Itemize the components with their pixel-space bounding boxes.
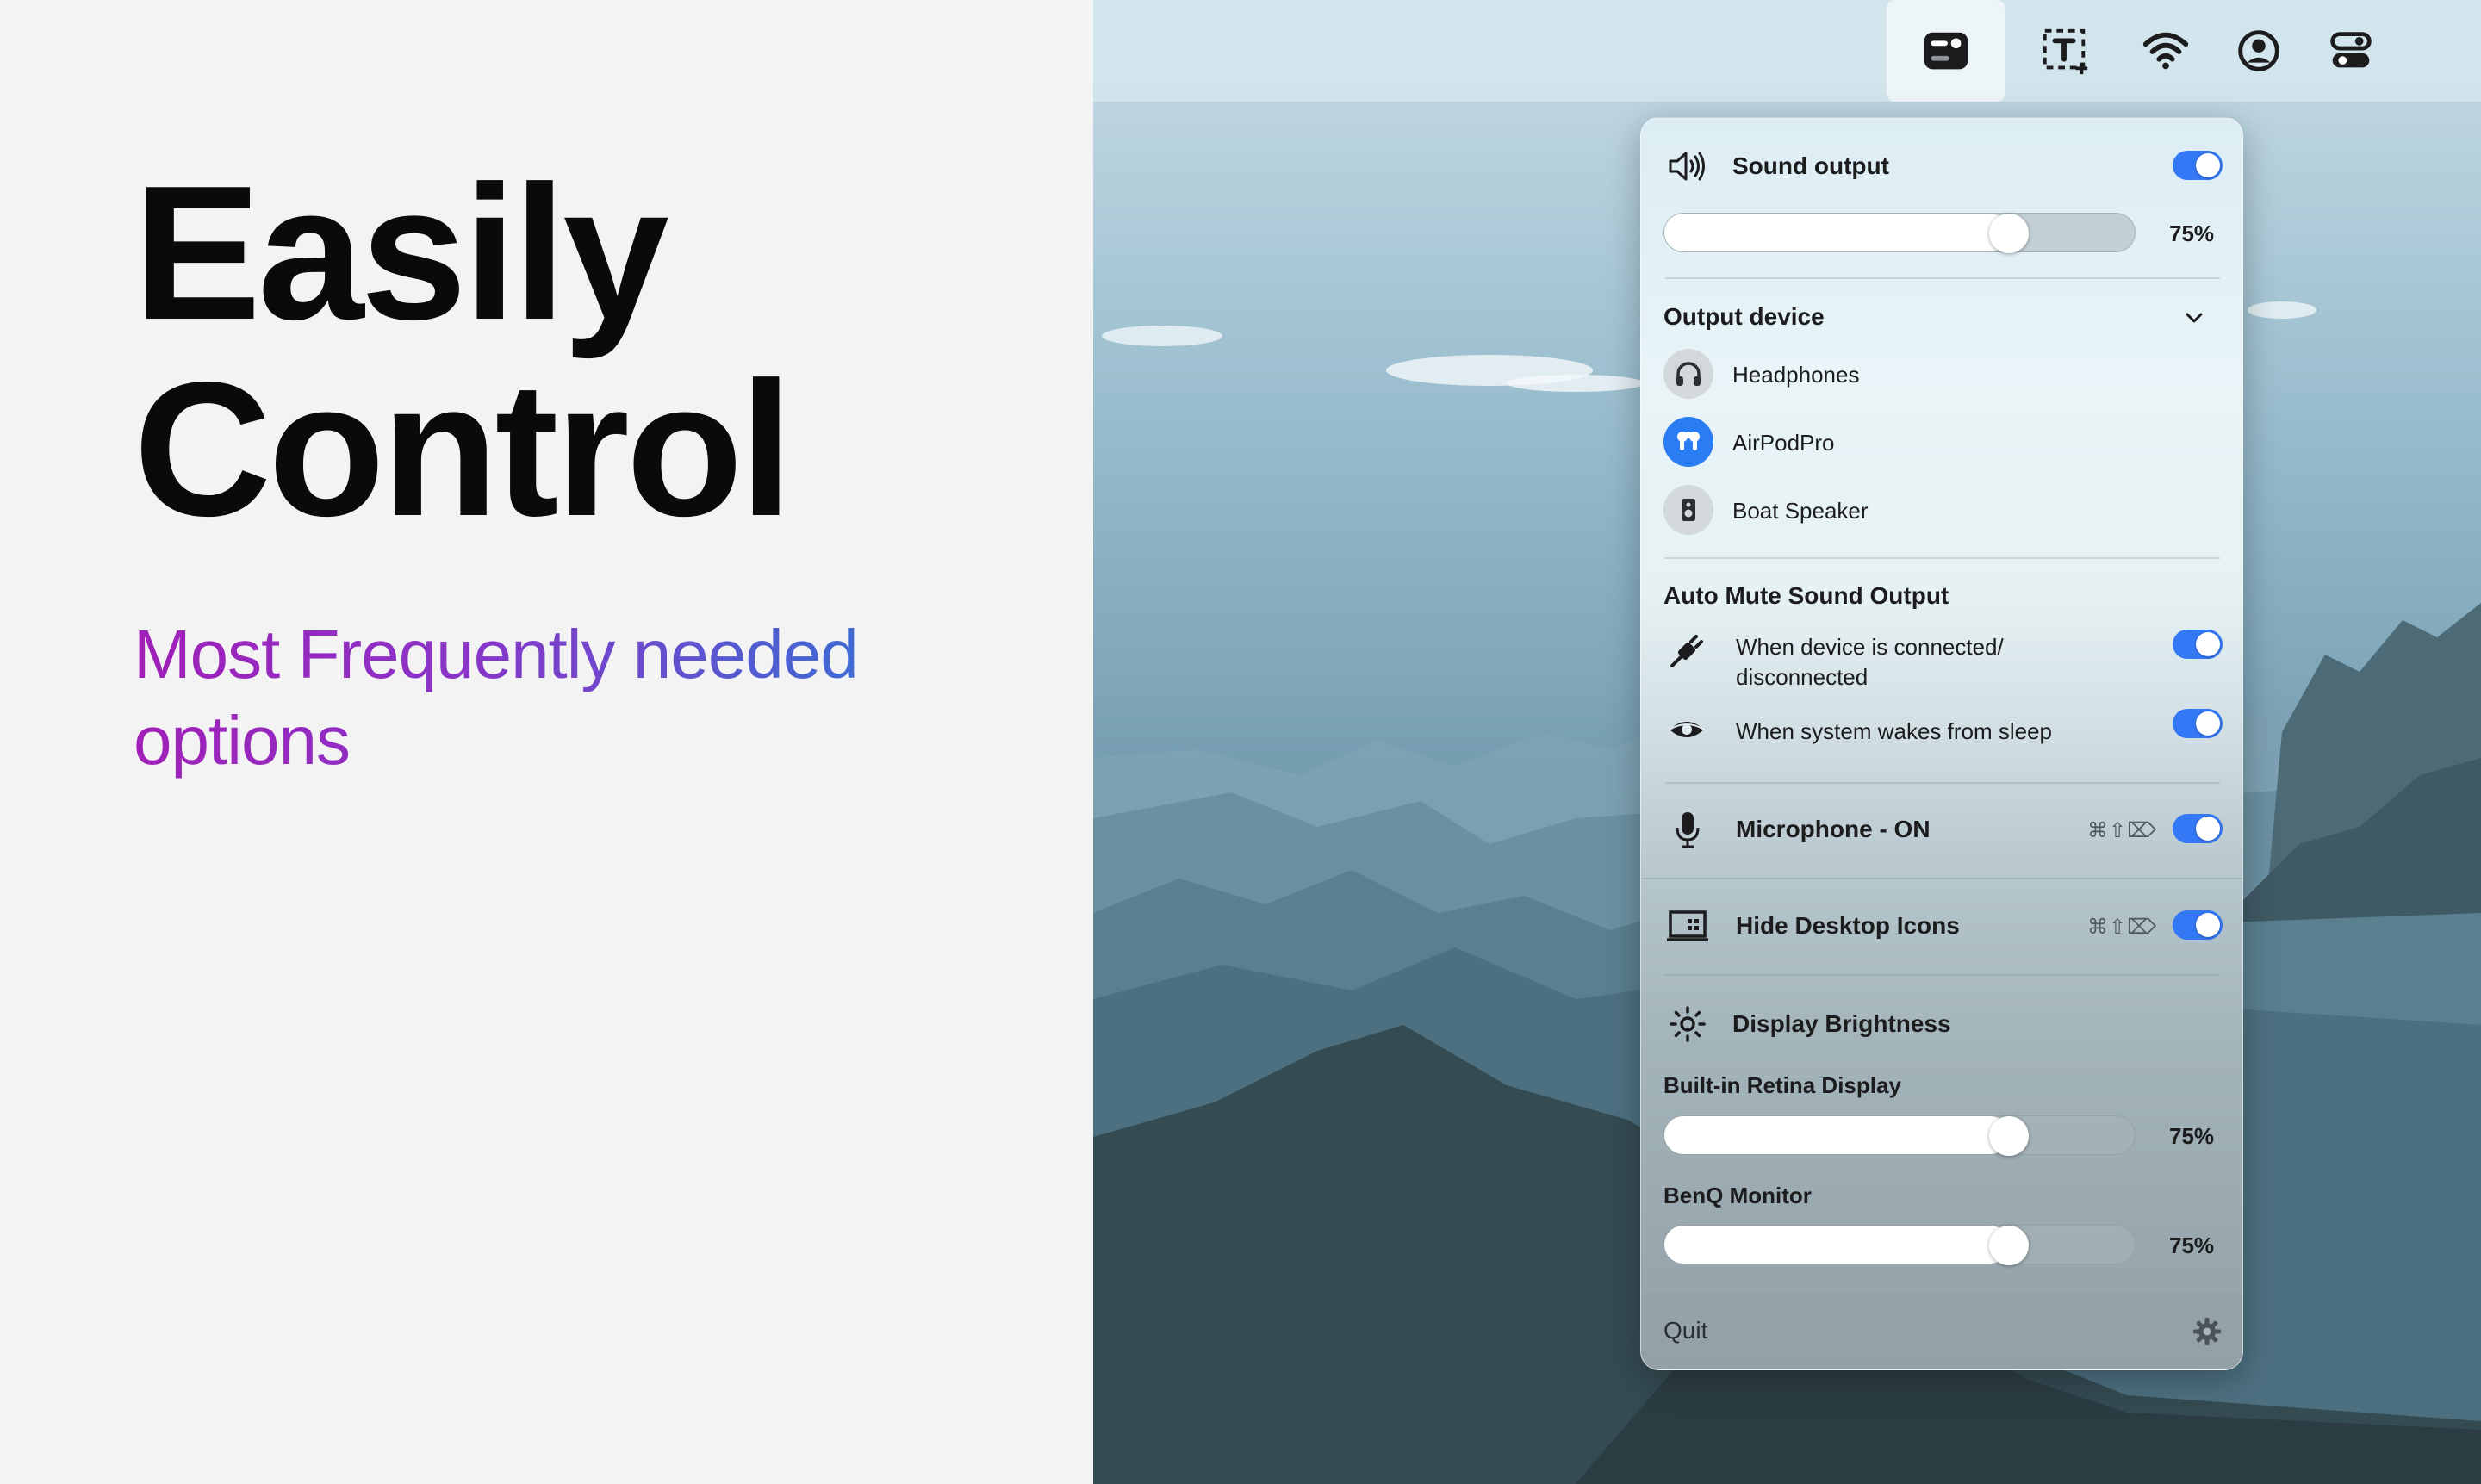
- auto-mute-wake-label: When system wakes from sleep: [1736, 718, 2053, 744]
- brightness-slider-benq-knob[interactable]: [1989, 1226, 2029, 1265]
- subtitle: Most Frequently needed options: [134, 612, 961, 784]
- output-device-title: Output device: [1663, 303, 1825, 330]
- brightness-slider-builtin-knob[interactable]: [1989, 1116, 2029, 1156]
- quit-button[interactable]: Quit: [1663, 1317, 1707, 1344]
- brightness-slider-benq[interactable]: [1663, 1225, 2136, 1265]
- desktop-icon: [1665, 909, 1710, 943]
- auto-mute-wake-toggle[interactable]: [2173, 709, 2223, 738]
- divider: [1665, 782, 2220, 784]
- menu-bar: [1093, 0, 2481, 102]
- display-name-benq: BenQ Monitor: [1663, 1183, 1812, 1208]
- auto-mute-title: Auto Mute Sound Output: [1663, 582, 1949, 609]
- brightness-sun-icon: [1669, 1005, 1707, 1043]
- device-headphones[interactable]: Headphones: [1732, 362, 1859, 388]
- auto-mute-device-label: When device is connected/ disconnected: [1736, 632, 2004, 692]
- brightness-slider-benq-fill: [1664, 1226, 2009, 1264]
- divider: [1665, 277, 2220, 279]
- auto-mute-device-line-1: When device is connected/: [1736, 634, 2004, 660]
- display-brightness-title: Display Brightness: [1732, 1010, 1951, 1037]
- divider: [1665, 974, 2220, 976]
- airpods-icon[interactable]: [1663, 417, 1713, 467]
- volume-slider-knob[interactable]: [1989, 214, 2029, 253]
- microphone-shortcut: ⌘⇧⌦: [2087, 819, 2158, 842]
- microphone-title: Microphone - ON: [1736, 816, 1931, 842]
- brightness-slider-builtin-fill: [1664, 1116, 2009, 1154]
- brightness-percent-benq: 75%: [2169, 1233, 2215, 1258]
- speaker-icon[interactable]: [1663, 485, 1713, 535]
- gear-icon[interactable]: [2192, 1317, 2222, 1346]
- volume-slider[interactable]: [1663, 213, 2136, 253]
- hide-desktop-icons-shortcut: ⌘⇧⌦: [2087, 916, 2158, 939]
- device-boat-speaker[interactable]: Boat Speaker: [1732, 498, 1869, 525]
- brightness-slider-builtin[interactable]: [1663, 1115, 2136, 1156]
- sound-output-title: Sound output: [1732, 152, 1889, 179]
- chevron-down-icon[interactable]: [2182, 306, 2206, 330]
- divider: [1641, 878, 2242, 879]
- device-airpodpro[interactable]: AirPodPro: [1732, 430, 1835, 456]
- microphone-icon: [1674, 810, 1701, 848]
- volume-percent: 75%: [2169, 220, 2215, 246]
- speaker-volume-icon: [1667, 149, 1707, 183]
- headline: Easily Control: [134, 146, 793, 556]
- divider: [1665, 557, 2220, 559]
- user-account-icon[interactable]: [2207, 0, 2310, 102]
- auto-mute-device-toggle[interactable]: [2173, 630, 2223, 659]
- microphone-toggle[interactable]: [2173, 814, 2223, 843]
- wifi-icon[interactable]: [2114, 0, 2217, 102]
- control-center-icon[interactable]: [2299, 0, 2403, 102]
- marketing-panel: Easily Control Most Frequently needed op…: [0, 0, 1093, 1484]
- text-capture-icon[interactable]: [2013, 0, 2117, 102]
- display-name-builtin: Built-in Retina Display: [1663, 1072, 1901, 1098]
- headphones-icon[interactable]: [1663, 349, 1713, 399]
- hide-desktop-icons-title: Hide Desktop Icons: [1736, 912, 1960, 939]
- control-popover: Sound output 75% Output device Headphone…: [1640, 117, 2243, 1370]
- volume-slider-fill: [1664, 214, 2009, 251]
- sound-output-toggle[interactable]: [2173, 151, 2223, 180]
- hide-desktop-icons-toggle[interactable]: [2173, 910, 2223, 940]
- auto-mute-device-line-2: disconnected: [1736, 664, 1869, 690]
- eye-icon: [1667, 714, 1707, 745]
- headline-line-1: Easily: [134, 146, 669, 360]
- headline-line-2: Control: [134, 343, 793, 556]
- plug-icon: [1667, 631, 1707, 671]
- brightness-percent-builtin: 75%: [2169, 1123, 2215, 1149]
- toggle-app-icon[interactable]: [1887, 0, 2005, 102]
- popover-footer: Quit: [1641, 1291, 2242, 1369]
